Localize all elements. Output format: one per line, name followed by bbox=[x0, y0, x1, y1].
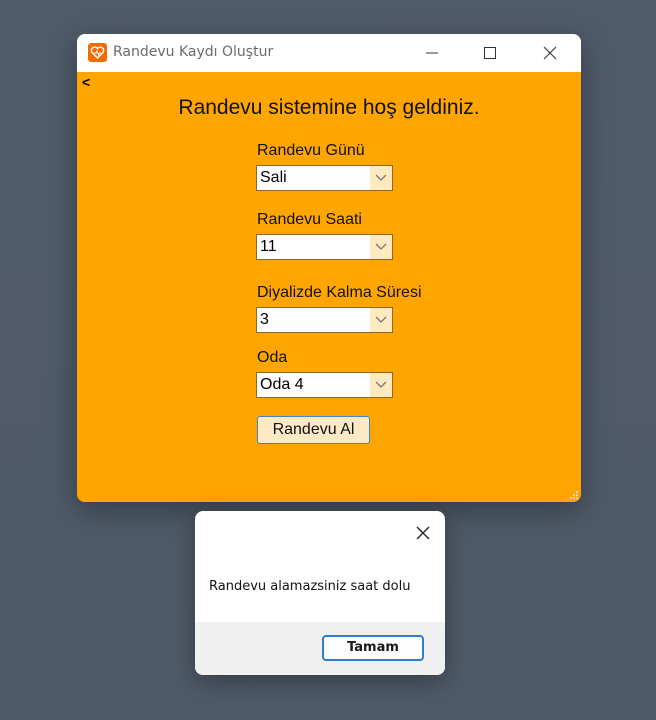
day-select-dropdown[interactable] bbox=[369, 166, 392, 190]
close-icon bbox=[543, 46, 557, 60]
time-select[interactable]: 11 bbox=[256, 234, 393, 260]
day-select[interactable]: Sali bbox=[256, 165, 393, 191]
window-title: Randevu Kaydı Oluştur bbox=[113, 44, 274, 60]
close-icon bbox=[416, 526, 430, 540]
resize-grip-icon[interactable] bbox=[568, 489, 578, 499]
form-panel: < Randevu sistemine hoş geldiniz. Randev… bbox=[77, 72, 581, 502]
dialog-footer: Tamam bbox=[195, 622, 445, 675]
chevron-down-icon bbox=[375, 316, 387, 323]
chevron-down-icon bbox=[375, 381, 387, 388]
welcome-heading: Randevu sistemine hoş geldiniz. bbox=[178, 96, 480, 119]
maximize-button[interactable] bbox=[467, 34, 513, 72]
dialog-close-button[interactable] bbox=[411, 521, 435, 545]
room-label: Oda bbox=[257, 349, 288, 366]
duration-label: Diyalizde Kalma Süresi bbox=[257, 284, 422, 301]
desktop: Randevu Kaydı Oluştur < Randevu sistemin… bbox=[0, 0, 656, 720]
ok-button[interactable]: Tamam bbox=[322, 635, 424, 661]
main-window: Randevu Kaydı Oluştur < Randevu sistemin… bbox=[77, 34, 581, 502]
room-select-dropdown[interactable] bbox=[369, 373, 392, 397]
close-button[interactable] bbox=[527, 34, 573, 72]
minimize-button[interactable] bbox=[409, 34, 455, 72]
time-label: Randevu Saati bbox=[257, 211, 362, 228]
duration-select[interactable]: 3 bbox=[256, 307, 393, 333]
back-button[interactable]: < bbox=[82, 74, 90, 90]
chevron-down-icon bbox=[375, 174, 387, 181]
maximize-icon bbox=[484, 47, 496, 59]
submit-appointment-button[interactable]: Randevu Al bbox=[257, 416, 370, 444]
room-select-value: Oda 4 bbox=[260, 376, 304, 393]
time-select-value: 11 bbox=[260, 238, 277, 255]
day-select-value: Sali bbox=[260, 169, 287, 186]
chevron-down-icon bbox=[375, 243, 387, 250]
dialog-message: Randevu alamazsiniz saat dolu bbox=[209, 579, 411, 594]
title-bar[interactable]: Randevu Kaydı Oluştur bbox=[77, 34, 581, 72]
time-select-dropdown[interactable] bbox=[369, 235, 392, 259]
room-select[interactable]: Oda 4 bbox=[256, 372, 393, 398]
day-label: Randevu Günü bbox=[257, 142, 365, 159]
duration-select-value: 3 bbox=[260, 311, 269, 328]
heart-icon bbox=[88, 43, 107, 62]
minimize-icon bbox=[426, 52, 438, 54]
duration-select-dropdown[interactable] bbox=[369, 308, 392, 332]
message-dialog: Randevu alamazsiniz saat dolu Tamam bbox=[195, 511, 445, 675]
